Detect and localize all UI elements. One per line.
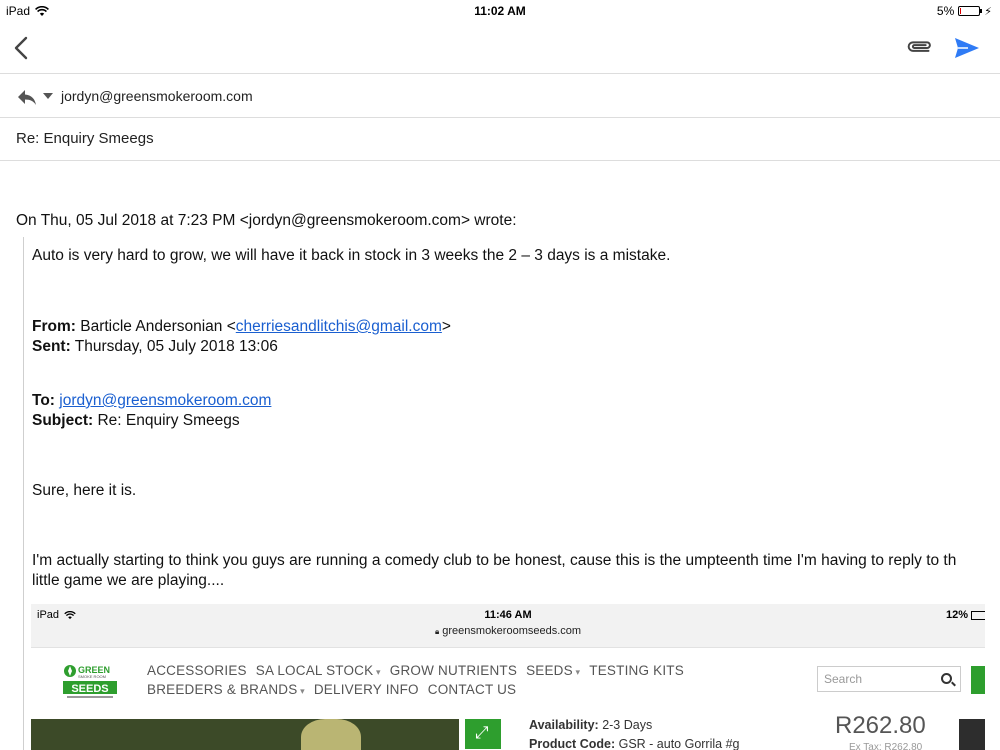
embedded-product-section: Availability: 2-3 Days Product Code: GSR… (31, 712, 985, 750)
from-close: > (441, 318, 451, 335)
charging-icon: ⚡ (984, 5, 992, 18)
product-ex-tax: Ex Tax: R262.80 (849, 742, 923, 750)
menu-sa-local-stock: SA LOCAL STOCK (256, 663, 381, 678)
lock-icon: 🔒︎ (434, 627, 440, 636)
subject-field[interactable]: Re: Enquiry Smeegs (16, 130, 154, 147)
subject-row[interactable]: Re: Enquiry Smeegs (0, 119, 1000, 161)
quoted-from-line: From: Barticle Andersonian <cherriesandl… (32, 317, 451, 337)
menu-accessories: ACCESSORIES (147, 663, 247, 678)
sent-label: Sent: (32, 338, 71, 355)
quote-attribution: On Thu, 05 Jul 2018 at 7:23 PM <jordyn@g… (16, 212, 517, 229)
paragraph-line-1: I'm actually starting to think you guys … (32, 552, 957, 569)
from-label: From: (32, 318, 76, 335)
menu-breeders-brands: BREEDERS & BRANDS (147, 682, 305, 697)
compose-toolbar (0, 22, 1000, 74)
embedded-search-icon (941, 673, 952, 684)
battery-icon (958, 6, 983, 16)
send-icon[interactable] (952, 35, 982, 61)
paragraph-line-2: little game we are playing.... (32, 572, 225, 589)
back-chevron-icon[interactable] (10, 34, 34, 62)
svg-text:SEEDS: SEEDS (71, 683, 108, 695)
embedded-search-placeholder: Search (824, 672, 863, 686)
status-bar: iPad 11:02 AM 5% ⚡ (0, 0, 1000, 22)
sent-value: Thursday, 05 July 2018 13:06 (74, 338, 278, 355)
green-seeds-logo: GREEN SMOKE ROOM SEEDS (63, 665, 117, 698)
embedded-time: 11:46 AM (484, 609, 532, 621)
from-row[interactable]: jordyn@greensmokeroom.com (0, 75, 1000, 118)
reply-text: Auto is very hard to grow, we will have … (32, 247, 671, 264)
from-email-link[interactable]: cherriesandlitchis@gmail.com (236, 318, 442, 335)
menu-contact-us: CONTACT US (427, 682, 517, 697)
attachment-icon[interactable] (906, 35, 934, 61)
product-code-value: GSR - auto Gorrila #g (618, 737, 740, 750)
embedded-url: greensmokeroomseeds.com (442, 625, 582, 637)
status-right: 5% ⚡ (937, 4, 992, 18)
sure-line: Sure, here it is. (32, 482, 137, 499)
product-photo (31, 719, 459, 750)
embedded-menu: ACCESSORIES SA LOCAL STOCK GROW NUTRIENT… (147, 663, 684, 701)
from-address[interactable]: jordyn@greensmokeroom.com (61, 88, 253, 104)
menu-grow-nutrients: GROW NUTRIENTS (389, 663, 518, 678)
expand-icon (465, 719, 501, 749)
svg-text:SMOKE ROOM: SMOKE ROOM (78, 674, 106, 679)
embedded-search-box: Search (817, 666, 961, 692)
product-code-row: Product Code: GSR - auto Gorrila #g (529, 735, 739, 750)
embedded-screenshot-image[interactable]: iPad 11:46 AM 12% 🔒︎ greensmokeroomseeds… (31, 604, 985, 750)
product-bud-image (301, 719, 361, 750)
embedded-cart-button (971, 666, 985, 694)
from-dropdown-caret-icon[interactable] (43, 93, 53, 99)
to-email-link[interactable]: jordyn@greensmokeroom.com (59, 392, 271, 409)
quoted-subject-line: Subject: Re: Enquiry Smeegs (32, 411, 240, 431)
embedded-dark-panel (959, 719, 985, 750)
product-code-label: Product Code: (529, 737, 616, 750)
embedded-battery-icon (971, 610, 985, 620)
product-price: R262.80 (835, 712, 926, 739)
embedded-battery-percent: 12% (945, 609, 968, 621)
message-body[interactable]: On Thu, 05 Jul 2018 at 7:23 PM <jordyn@g… (0, 162, 1000, 750)
availability-value: 2-3 Days (602, 718, 653, 732)
quote-bar (23, 237, 24, 750)
embedded-battery: 12% (946, 609, 985, 621)
menu-seeds: SEEDS (526, 663, 580, 678)
quoted-sent-line: Sent: Thursday, 05 July 2018 13:06 (32, 337, 278, 357)
reply-icon[interactable] (16, 87, 38, 107)
availability-label: Availability: (529, 718, 599, 732)
subject-value: Re: Enquiry Smeegs (97, 412, 240, 429)
menu-testing-kits: TESTING KITS (589, 663, 684, 678)
menu-delivery-info: DELIVERY INFO (313, 682, 419, 697)
to-label: To: (32, 392, 55, 409)
quoted-to-line: To: jordyn@greensmokeroom.com (32, 391, 271, 411)
availability-row: Availability: 2-3 Days (529, 716, 739, 735)
embedded-site-nav: GREEN SMOKE ROOM SEEDS ACCESSORIES SA LO… (31, 649, 985, 719)
from-name: Barticle Andersonian < (80, 318, 236, 335)
status-time: 11:02 AM (474, 4, 526, 18)
embedded-url-bar: 🔒︎ greensmokeroomseeds.com (31, 625, 985, 637)
battery-percent: 5% (936, 4, 955, 18)
product-specs: Availability: 2-3 Days Product Code: GSR… (529, 716, 739, 750)
subject-label: Subject: (32, 412, 94, 429)
embedded-status-bar: iPad 11:46 AM 12% 🔒︎ greensmokeroomseeds… (31, 604, 985, 648)
